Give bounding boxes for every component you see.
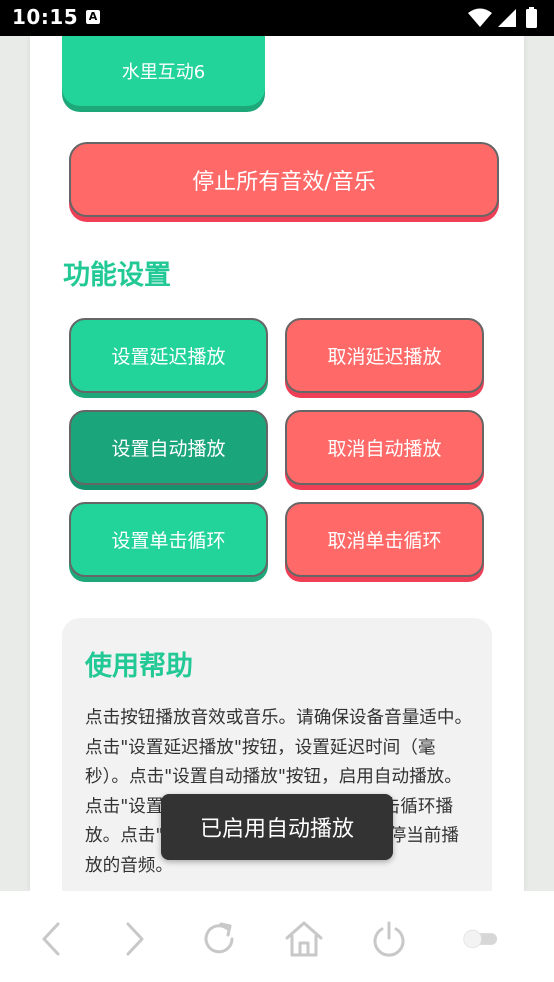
cancel-auto-button[interactable]: 取消自动播放 [285, 410, 484, 485]
app-page: 水里互动6 停止所有音效/音乐 功能设置 设置延迟播放 取消延迟播放 设置自动播… [30, 36, 524, 891]
chevron-right-icon [126, 922, 144, 956]
toggle-switch[interactable] [460, 919, 514, 959]
home-button[interactable] [284, 919, 324, 959]
power-button[interactable] [369, 919, 409, 959]
home-icon [285, 921, 323, 957]
cancel-delay-button[interactable]: 取消延迟播放 [285, 318, 484, 393]
set-delay-button[interactable]: 设置延迟播放 [69, 318, 268, 393]
help-title: 使用帮助 [85, 651, 193, 682]
back-button[interactable] [32, 919, 72, 959]
toggle-icon [463, 929, 498, 949]
set-loop-button[interactable]: 设置单击循环 [69, 502, 268, 577]
system-status-icons [468, 7, 537, 28]
status-bar: 10:15 A [0, 0, 554, 36]
settings-title: 功能设置 [63, 260, 171, 291]
set-auto-button[interactable]: 设置自动播放 [69, 410, 268, 485]
chevron-left-icon [42, 922, 60, 956]
toast-message: 已启用自动播放 [161, 794, 393, 860]
status-time: 10:15 [12, 5, 79, 29]
stop-all-button[interactable]: 停止所有音效/音乐 [69, 142, 499, 217]
battery-icon [526, 9, 537, 28]
forward-button[interactable] [114, 919, 154, 959]
bottom-nav-bar [0, 891, 554, 982]
power-icon [373, 921, 405, 957]
reload-icon [204, 922, 234, 954]
notification-a-icon: A [86, 10, 100, 24]
cancel-loop-button[interactable]: 取消单击循环 [285, 502, 484, 577]
wifi-icon [468, 8, 492, 27]
sound-button-6[interactable]: 水里互动6 [62, 36, 265, 106]
signal-icon [498, 9, 516, 27]
reload-button[interactable] [199, 919, 239, 959]
